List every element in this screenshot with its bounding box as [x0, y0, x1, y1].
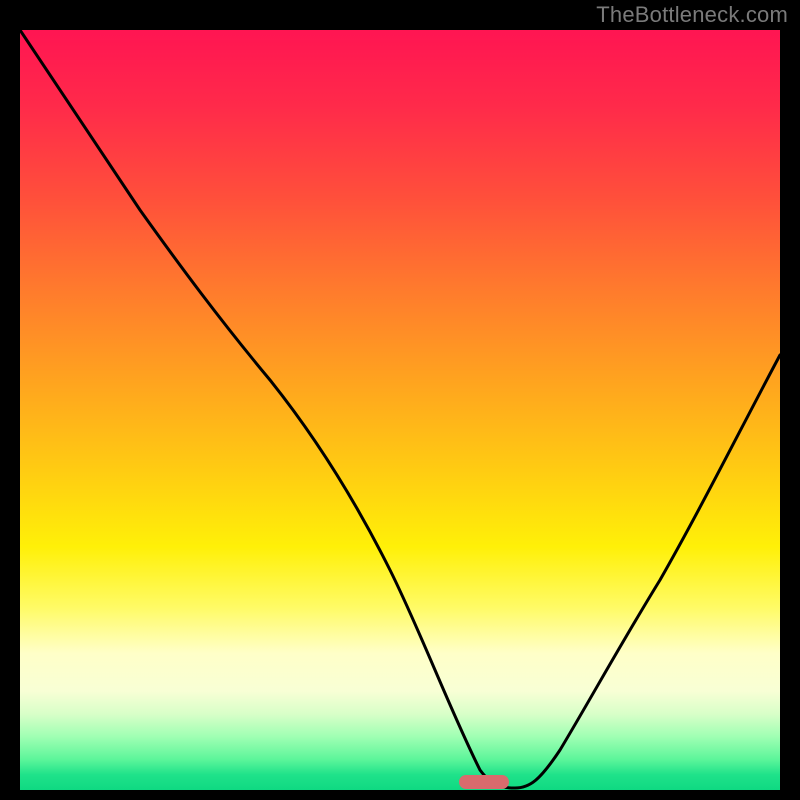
bottleneck-curve-path: [20, 30, 780, 788]
curve-layer: [20, 30, 780, 790]
chart-container: TheBottleneck.com: [0, 0, 800, 800]
watermark-label: TheBottleneck.com: [596, 2, 788, 28]
plot-frame: [20, 30, 780, 790]
min-marker-pill: [459, 775, 509, 789]
